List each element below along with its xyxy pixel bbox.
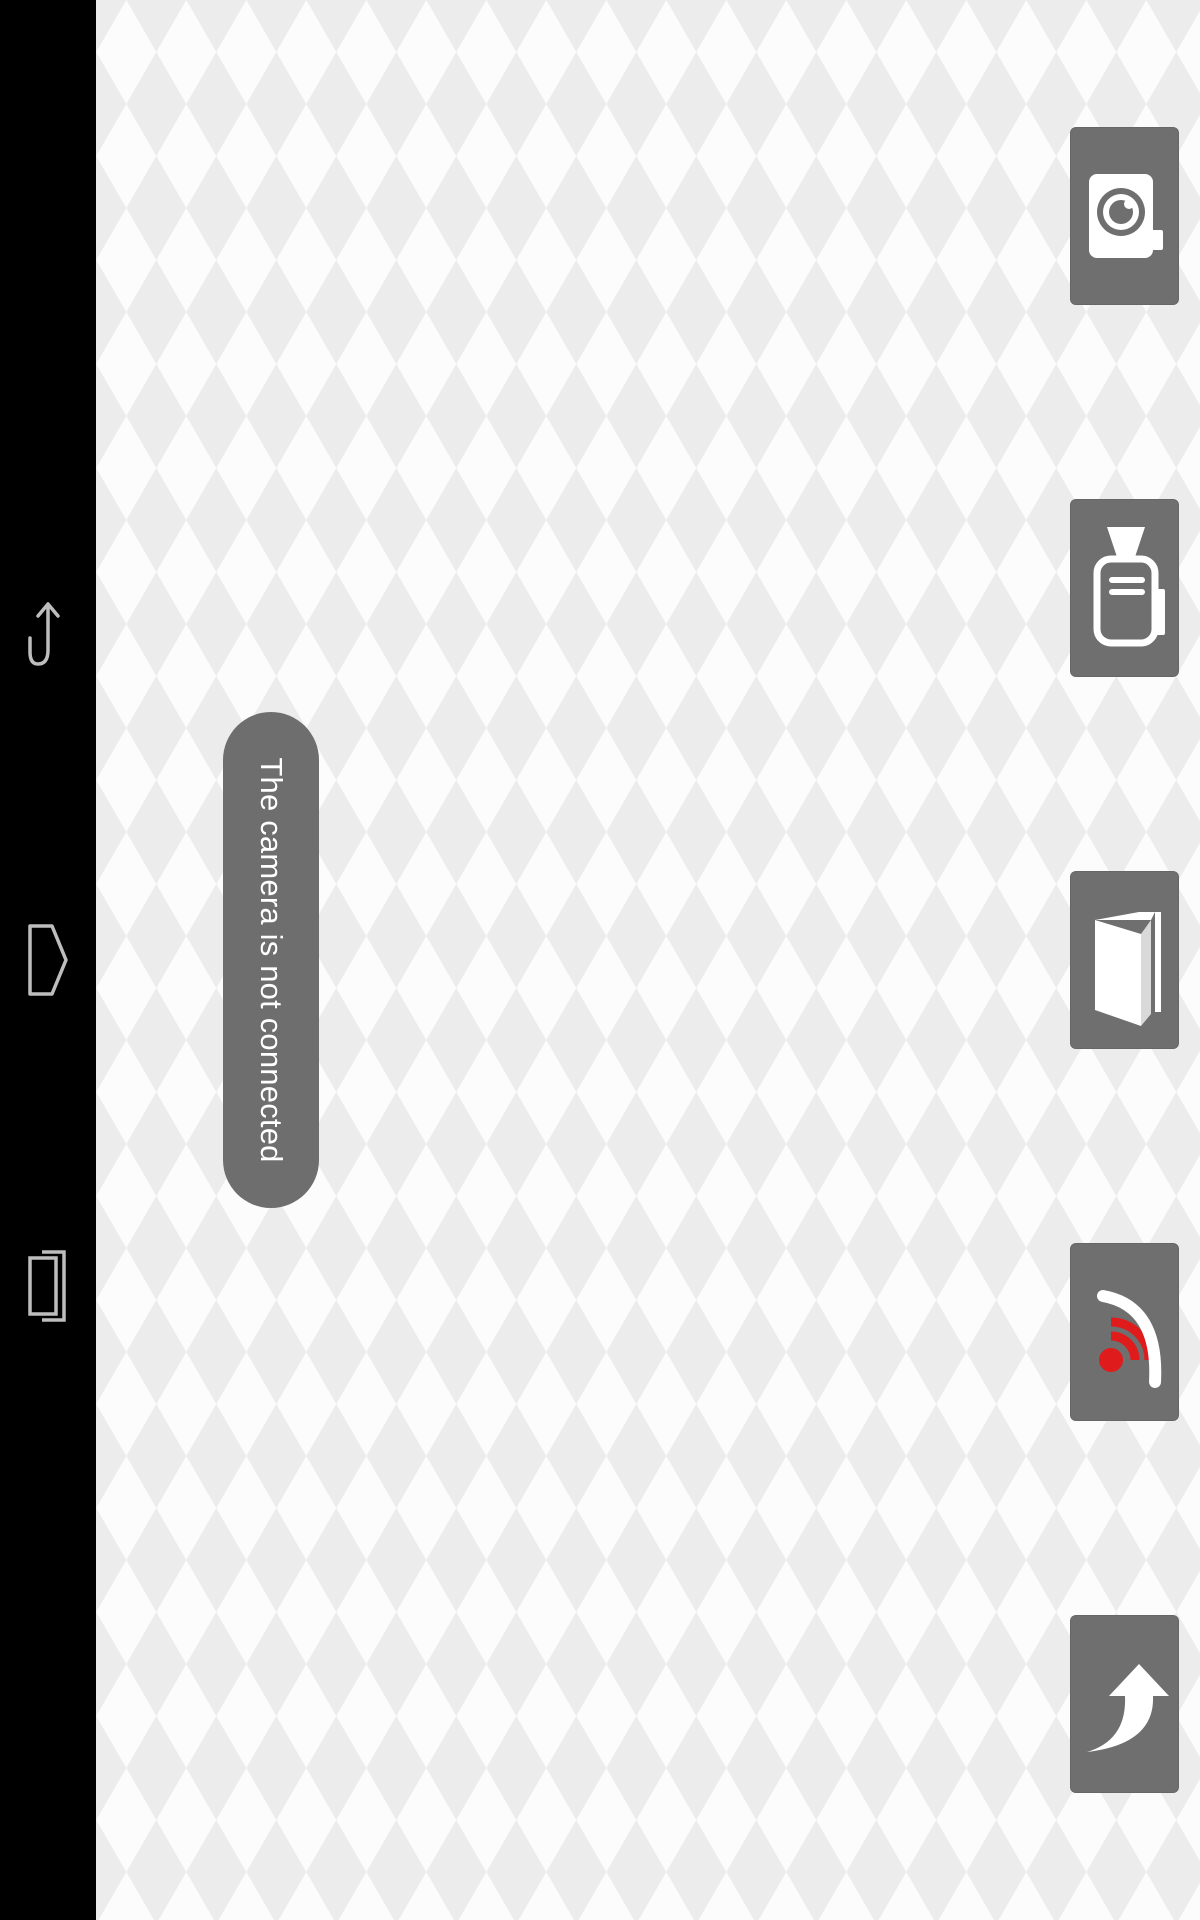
gallery-button[interactable] — [1070, 871, 1179, 1049]
share-arrow-icon — [1081, 1644, 1169, 1764]
live-broadcast-icon — [1081, 1272, 1169, 1392]
back-button[interactable] — [8, 585, 88, 685]
gallery-book-icon — [1081, 890, 1169, 1030]
home-button[interactable] — [8, 910, 88, 1010]
camera-capture-button[interactable] — [1070, 127, 1179, 305]
live-view-button[interactable] — [1070, 1243, 1179, 1421]
app-screen: The camera is not connected — [0, 0, 1200, 1920]
system-navigation-bar — [0, 0, 96, 1920]
toast-message: The camera is not connected — [254, 757, 289, 1163]
share-button[interactable] — [1070, 1615, 1179, 1793]
recent-apps-icon — [26, 1248, 70, 1324]
remote-control-icon — [1081, 523, 1169, 653]
home-icon — [26, 922, 70, 998]
back-icon — [26, 600, 70, 670]
remote-control-button[interactable] — [1070, 499, 1179, 677]
connection-toast: The camera is not connected — [223, 712, 319, 1208]
recent-apps-button[interactable] — [8, 1236, 88, 1336]
camera-icon — [1081, 166, 1169, 266]
